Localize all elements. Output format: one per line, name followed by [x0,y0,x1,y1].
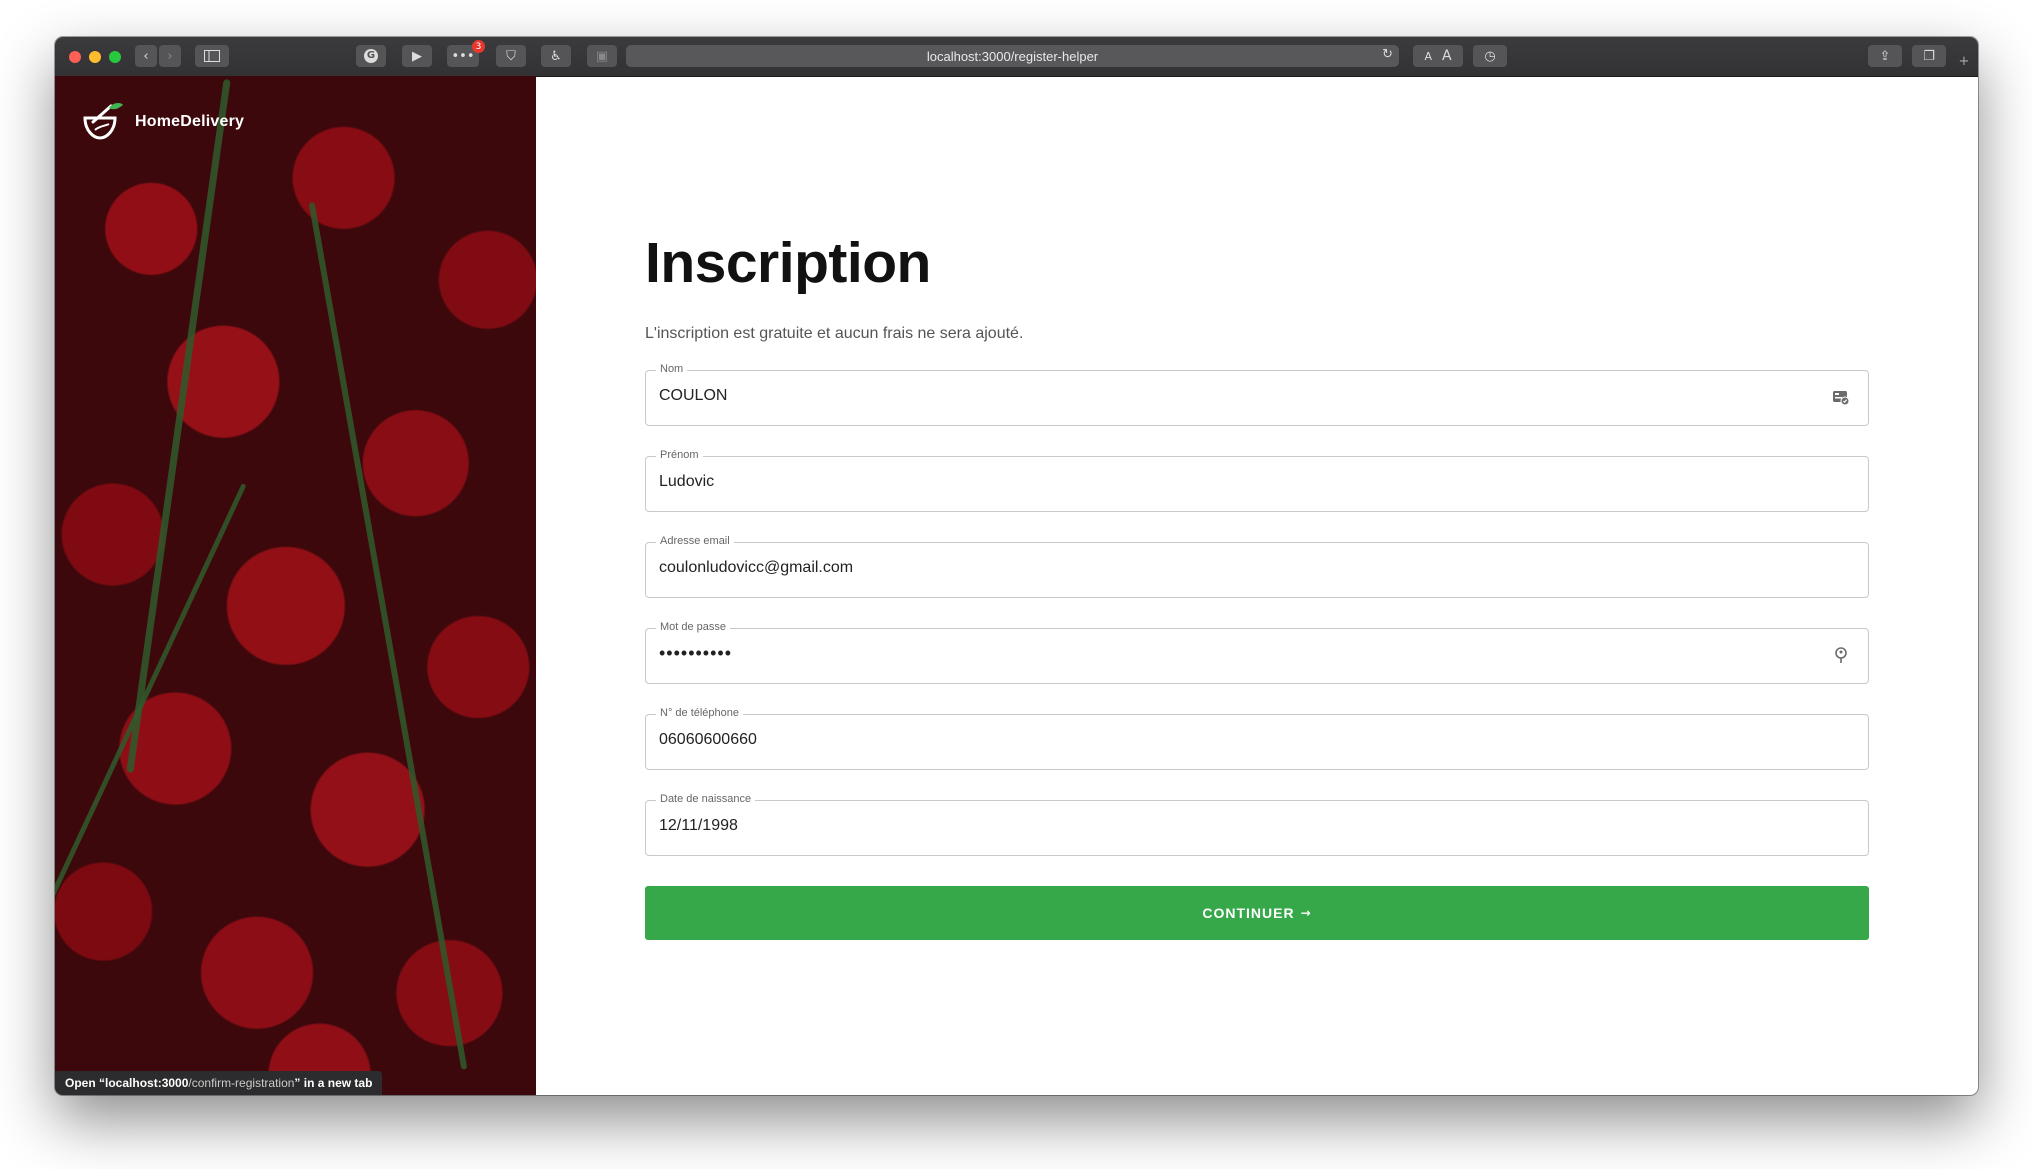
password-field[interactable]: Mot de passe •••••••••• [645,621,1869,684]
field-label: N° de téléphone [656,707,744,719]
first-name-field[interactable]: Prénom Ludovic [645,449,1869,512]
address-bar[interactable]: localhost:3000/register-helper ↻ [626,45,1399,67]
status-host: localhost:3000 [105,1076,189,1090]
minimize-window-button[interactable] [89,51,101,63]
play-circle-icon: ▶ [412,48,422,64]
share-icon: ⇪ [1879,48,1891,64]
share-button[interactable]: ⇪ [1868,45,1902,67]
vine-decoration [126,78,231,774]
continue-label: CONTINUER [1202,905,1295,921]
brand-logo[interactable]: HomeDelivery [81,102,244,142]
status-suffix: ” in a new tab [294,1076,373,1090]
shield-icon: ⛉ [506,48,516,64]
hero-image-panel: HomeDelivery Open “ localhost:3000 /conf… [55,76,536,1095]
extension-badge: 3 [472,40,485,53]
last-name-input[interactable]: COULON [659,387,727,405]
field-label: Mot de passe [656,621,731,633]
continue-button[interactable]: CONTINUER → [645,886,1869,940]
chevron-left-icon: ‹ [143,48,149,64]
tabs-overview-button[interactable]: ❐ [1912,45,1946,67]
vine-decoration [308,202,468,1070]
page-title: Inscription [645,231,931,295]
field-label: Nom [656,363,688,375]
password-key-icon[interactable] [1832,646,1850,664]
extension-grammarly-button[interactable]: G [356,45,386,67]
sidebar-toggle-button[interactable] [195,45,229,67]
extension-more-button[interactable]: ••• 3 [447,40,485,67]
sidebar-icon [204,50,220,62]
browser-window: ‹ › G ▶ ••• 3 ⛉ ♿ ▣ localhost:3000/regis… [55,37,1978,1095]
phone-input[interactable]: 06060600660 [659,731,757,749]
clock-icon: ◷ [1484,48,1496,64]
more-dots-icon: ••• [451,48,475,64]
password-input[interactable]: •••••••••• [659,643,732,664]
image-icon: ▣ [595,48,609,64]
zoom-window-button[interactable] [109,51,121,63]
forward-button[interactable]: › [159,45,181,67]
status-prefix: Open “ [65,1076,106,1090]
chevron-right-icon: › [167,48,173,64]
vine-decoration [55,483,247,1029]
email-field[interactable]: Adresse email coulonludovicc@gmail.com [645,535,1869,598]
text-smaller-label[interactable]: A [1424,50,1432,63]
field-label: Date de naissance [656,793,756,805]
status-path: /confirm-registration [188,1076,295,1090]
field-label: Prénom [656,449,703,461]
brand-name: HomeDelivery [135,113,245,130]
birthdate-field[interactable]: Date de naissance 12/11/1998 [645,793,1869,856]
reload-icon[interactable]: ↻ [1382,47,1393,62]
arrow-right-icon: → [1300,906,1312,920]
last-name-field[interactable]: Nom COULON [645,363,1869,426]
extension-shield-button[interactable]: ⛉ [496,45,526,67]
reader-text-size-buttons[interactable]: A A [1413,45,1463,67]
field-label: Adresse email [656,535,734,547]
back-button[interactable]: ‹ [135,45,157,67]
email-input[interactable]: coulonludovicc@gmail.com [659,559,853,577]
contact-card-icon[interactable] [1832,388,1850,406]
page-subtitle: L'inscription est gratuite et aucun frai… [645,325,1024,342]
browser-toolbar: ‹ › G ▶ ••• 3 ⛉ ♿ ▣ localhost:3000/regis… [55,37,1978,77]
extension-accessibility-button[interactable]: ♿ [541,45,571,67]
birthdate-input[interactable]: 12/11/1998 [659,817,738,835]
link-status-bar: Open “ localhost:3000 /confirm-registrat… [55,1071,383,1095]
grammarly-icon: G [364,49,378,63]
accessibility-icon: ♿ [550,48,562,64]
phone-field[interactable]: N° de téléphone 06060600660 [645,707,1869,770]
first-name-input[interactable]: Ludovic [659,473,714,491]
tabs-icon: ❐ [1923,48,1935,64]
close-window-button[interactable] [69,51,81,63]
extension-play-button[interactable]: ▶ [402,45,432,67]
plus-icon: + [1958,53,1970,69]
new-tab-button[interactable]: + [1954,51,1974,71]
url-text: localhost:3000/register-helper [926,48,1099,64]
extension-disabled-button[interactable]: ▣ [587,45,617,67]
leaf-bowl-icon [83,103,123,140]
history-button[interactable]: ◷ [1473,45,1507,67]
text-larger-label[interactable]: A [1442,48,1452,64]
